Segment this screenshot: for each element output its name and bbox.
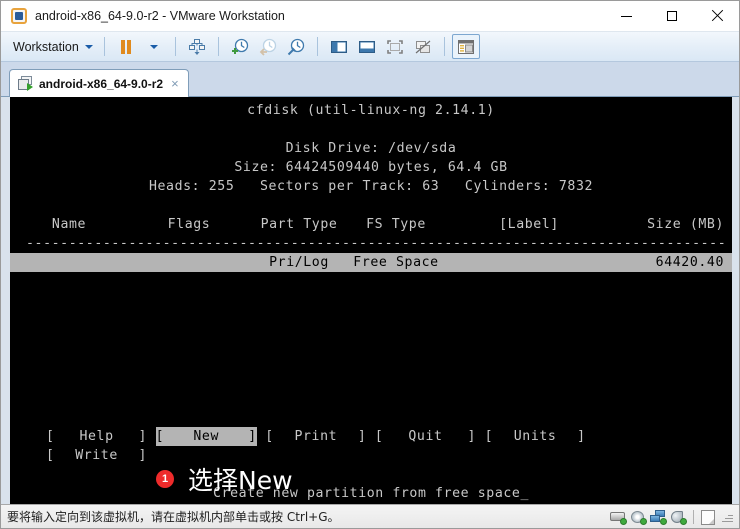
- workstation-menu-label: Workstation: [13, 39, 79, 54]
- panel-bottom-icon: [358, 40, 375, 53]
- workstation-menu-button[interactable]: Workstation: [9, 38, 97, 56]
- clock-wrench-icon: [287, 38, 304, 55]
- close-button[interactable]: [694, 1, 739, 31]
- chevron-down-icon: [84, 44, 93, 49]
- annotation-text: 选择New: [188, 466, 293, 495]
- toolbar: Workstation: [1, 31, 739, 62]
- column-header-size: Size (MB): [647, 217, 724, 232]
- column-header-fs-type: FS Type: [366, 217, 426, 232]
- network-adapter-icon[interactable]: [650, 510, 667, 525]
- menu-item-new-selected[interactable]: [New]: [155, 427, 257, 446]
- toolbar-divider: [443, 37, 445, 56]
- table-row[interactable]: Pri/Log Free Space 64420.40: [10, 253, 732, 272]
- console-view-button[interactable]: [451, 34, 480, 59]
- panel-left-icon: [330, 40, 347, 53]
- vm-tab-bar: android-x86_64-9.0-r2 ×: [1, 62, 739, 97]
- suspend-dropdown-button[interactable]: [140, 34, 168, 59]
- menu-item-write[interactable]: Write: [55, 446, 139, 465]
- toolbar-divider: [217, 37, 219, 56]
- cell-part-type: Pri/Log: [269, 255, 329, 270]
- cell-size: 64420.40: [655, 255, 724, 270]
- revert-snapshot-button[interactable]: [254, 34, 282, 59]
- menu-bracket: ]: [138, 429, 148, 444]
- unity-mode-button[interactable]: [409, 34, 437, 59]
- toolbar-divider: [316, 37, 318, 56]
- menu-bracket: [: [46, 448, 55, 463]
- console-view-icon: [457, 39, 474, 54]
- cfdisk-terminal[interactable]: cfdisk (util-linux-ng 2.14.1) Disk Drive…: [10, 97, 732, 504]
- partition-table-header: Name Flags Part Type FS Type [Label] Size (MB…: [10, 215, 732, 234]
- no-floppy-icon[interactable]: [701, 509, 715, 525]
- vm-running-icon: [18, 76, 33, 91]
- menu-item-units[interactable]: Units: [493, 427, 577, 446]
- clock-back-icon: [259, 38, 276, 56]
- menu-bracket: ]: [467, 429, 477, 444]
- disk-geometry-line: Heads: 255 Sectors per Track: 63 Cylinde…: [148, 179, 594, 194]
- menu-bracket: ]: [577, 429, 586, 444]
- cfdisk-menu-row-1: [Help] [New] [Print] [Quit] [Units]: [10, 427, 732, 446]
- disk-size-line: Size: 64424509440 bytes, 64.4 GB: [234, 160, 508, 175]
- menu-bracket: [: [374, 429, 384, 444]
- pause-icon: [120, 39, 131, 54]
- menu-item-quit[interactable]: Quit: [383, 427, 467, 446]
- statusbar-divider: [693, 510, 694, 524]
- toolbar-divider: [103, 37, 105, 56]
- menu-bracket: ]: [138, 448, 148, 463]
- snapshot-button[interactable]: [183, 34, 211, 59]
- chevron-down-icon: [149, 44, 158, 49]
- sound-card-icon[interactable]: [670, 510, 687, 525]
- resize-grip[interactable]: [721, 511, 733, 523]
- cfdisk-menu-row-2: [Write]: [10, 446, 732, 465]
- menu-bracket: [: [46, 429, 55, 444]
- fullscreen-icon: [386, 39, 403, 54]
- annotation-badge: 1: [156, 470, 174, 488]
- vmware-logo-icon: [11, 8, 27, 24]
- vm-tab-label: android-x86_64-9.0-r2: [39, 76, 164, 91]
- maximize-icon: [666, 11, 677, 21]
- clock-plus-icon: [231, 38, 248, 54]
- menu-item-new-label: New: [193, 429, 219, 444]
- suspend-pause-button[interactable]: [112, 34, 140, 59]
- vm-console-area[interactable]: cfdisk (util-linux-ng 2.14.1) Disk Drive…: [1, 97, 739, 504]
- close-icon[interactable]: ×: [169, 76, 181, 91]
- menu-item-help[interactable]: Help: [55, 427, 139, 446]
- column-header-part-type: Part Type: [260, 217, 338, 232]
- cfdisk-hint-line: Create new partition from free space_: [213, 486, 529, 501]
- menu-bracket: [: [484, 429, 494, 444]
- cell-fs-type: Free Space: [353, 255, 439, 270]
- column-header-flags: Flags: [167, 217, 211, 232]
- manage-snapshots-button[interactable]: [282, 34, 310, 59]
- menu-bracket: [: [265, 429, 274, 444]
- column-header-label: [Label]: [499, 217, 559, 232]
- column-header-name: Name: [51, 217, 87, 232]
- statusbar-device-icons: [610, 505, 733, 529]
- unity-icon: [415, 40, 431, 53]
- snapshot-icon: [188, 38, 205, 55]
- maximize-button[interactable]: [649, 1, 694, 31]
- minimize-button[interactable]: [604, 1, 649, 31]
- statusbar-message: 要将输入定向到该虚拟机，请在虚拟机内部单击或按 Ctrl+G。: [7, 510, 340, 524]
- table-divider: ----------------------------------------…: [26, 236, 727, 251]
- window-title: android-x86_64-9.0-r2 - VMware Workstati…: [35, 9, 285, 23]
- cfdisk-title: cfdisk (util-linux-ng 2.14.1): [247, 103, 495, 118]
- statusbar: 要将输入定向到该虚拟机，请在虚拟机内部单击或按 Ctrl+G。: [1, 504, 739, 528]
- show-thumbnails-button[interactable]: [353, 34, 381, 59]
- menu-item-print[interactable]: Print: [274, 427, 358, 446]
- toolbar-divider: [174, 37, 176, 56]
- full-screen-button[interactable]: [381, 34, 409, 59]
- take-snapshot-button[interactable]: [226, 34, 254, 59]
- disk-drive-line: Disk Drive: /dev/sda: [285, 141, 457, 156]
- window-controls: [604, 1, 739, 31]
- minimize-icon: [621, 15, 632, 17]
- show-library-button[interactable]: [325, 34, 353, 59]
- vm-tab[interactable]: android-x86_64-9.0-r2 ×: [9, 69, 189, 97]
- vmware-workstation-window: android-x86_64-9.0-r2 - VMware Workstati…: [0, 0, 740, 529]
- cfdisk-menu: [Help] [New] [Print] [Quit] [Units] [Wri…: [10, 427, 732, 503]
- annotation-step-1: 1 选择New: [156, 461, 293, 497]
- hard-disk-icon[interactable]: [610, 510, 627, 525]
- close-icon: [711, 10, 723, 22]
- cd-dvd-icon[interactable]: [630, 510, 647, 525]
- titlebar: android-x86_64-9.0-r2 - VMware Workstati…: [1, 1, 739, 31]
